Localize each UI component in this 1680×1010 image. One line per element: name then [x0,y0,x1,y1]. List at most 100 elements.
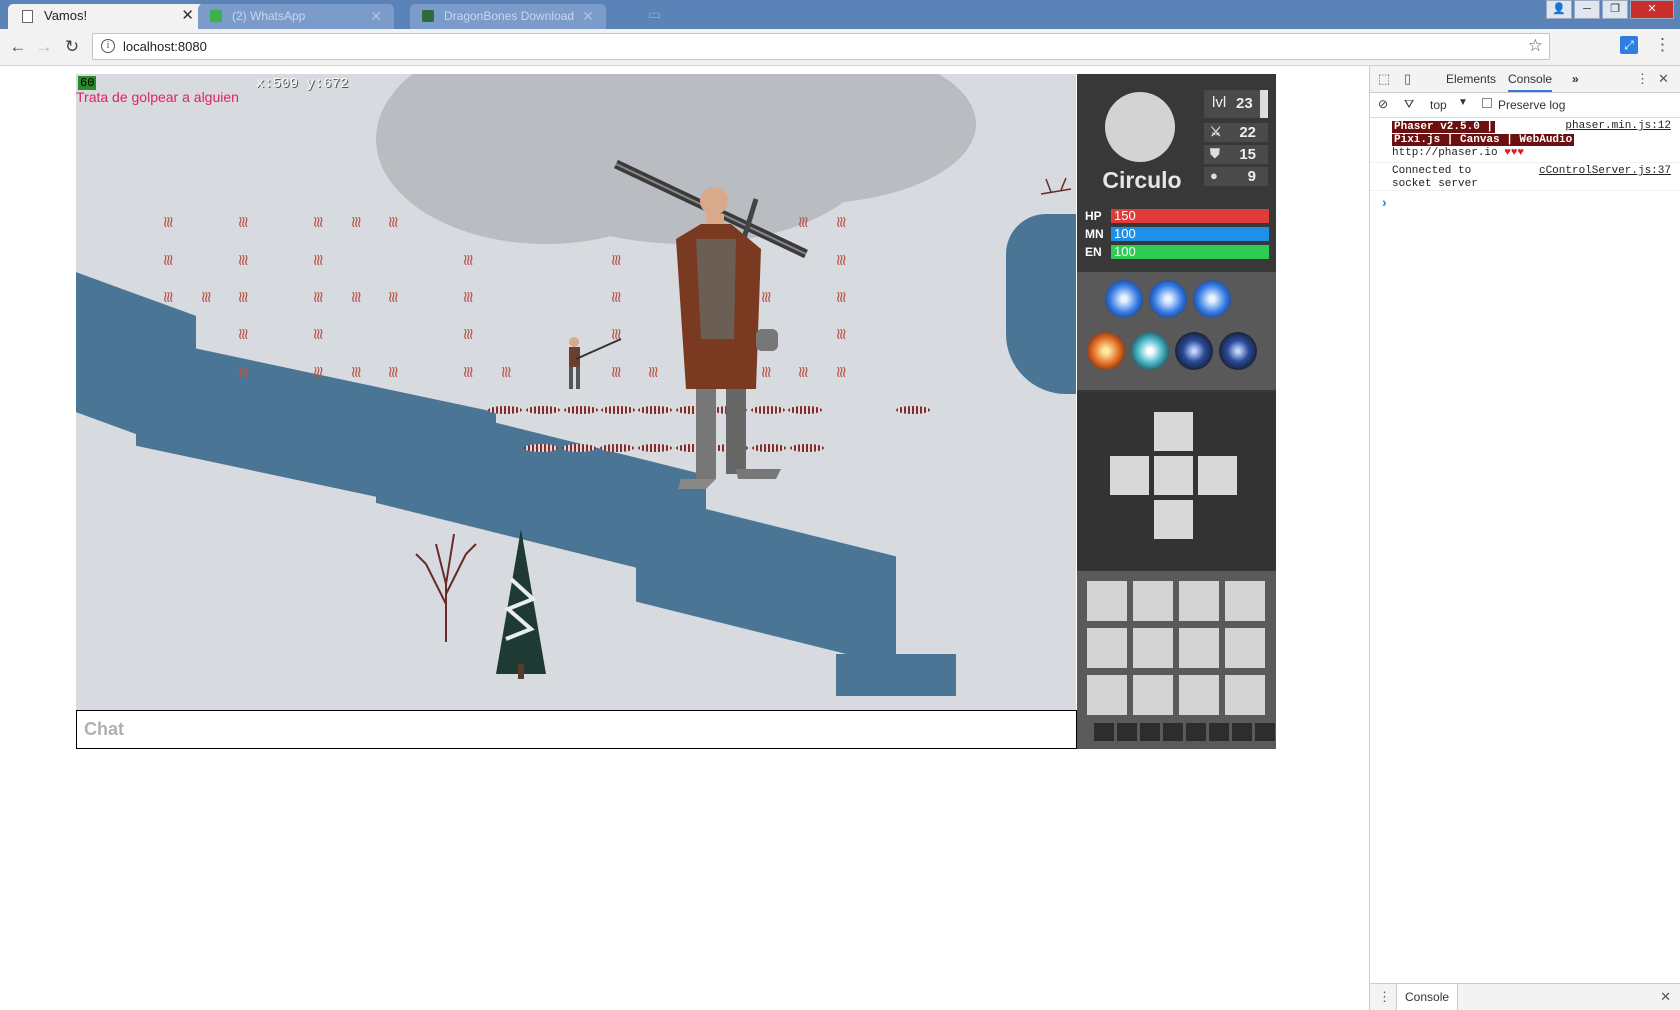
game-canvas[interactable]: ≋≋≋≋≋≋≋≋≋≋≋≋≋≋≋≋≋≋≋≋≋≋≋≋≋≋≋≋≋≋≋≋≋≋≋≋≋≋≋≋… [76,74,1076,710]
inventory-slot[interactable] [1133,675,1173,715]
context-select[interactable]: top [1430,98,1447,112]
dpad-center-button[interactable] [1154,456,1193,495]
inventory-slot[interactable] [1179,581,1219,621]
address-bar[interactable]: i localhost:8080 ☆ [92,33,1550,60]
skill-dark-strike-icon[interactable] [1175,332,1213,370]
preserve-log-checkbox[interactable] [1482,98,1492,108]
devtools-toolbar: ⬚ ▯ Elements Console » ⋮ ✕ [1370,66,1680,93]
log-source-link[interactable]: cControlServer.js:37 [1539,165,1671,177]
close-drawer-icon[interactable]: ✕ [1660,989,1671,1005]
drawer-menu-icon[interactable]: ⋮ [1378,989,1391,1005]
hotbar-slot[interactable] [1094,723,1114,741]
chevron-down-icon[interactable]: ▼ [1458,97,1468,108]
tab-elements[interactable]: Elements [1446,72,1496,86]
tab-vamos[interactable]: Vamos! ✕ [8,4,204,29]
inventory-slot[interactable] [1225,675,1265,715]
xp-bar [1260,90,1268,118]
inventory-slot[interactable] [1225,581,1265,621]
tab-whatsapp[interactable]: (2) WhatsApp ✕ [198,4,394,29]
river [636,491,896,667]
dragonbones-icon [422,10,434,22]
bush: ≋ [159,290,176,304]
skill-blue-flame-icon[interactable] [1105,280,1143,318]
close-tab-icon[interactable]: ✕ [370,4,382,28]
back-button[interactable]: ← [8,37,28,57]
dpad-right-button[interactable] [1198,456,1237,495]
dpad-left-button[interactable] [1110,456,1149,495]
inventory-slot[interactable] [1179,675,1219,715]
browser-menu-icon[interactable]: ⋮ [1654,35,1671,55]
tab-dragonbones[interactable]: DragonBones Download ✕ [410,4,606,29]
dpad [1077,392,1276,570]
hotbar-slot[interactable] [1140,723,1160,741]
inventory-slot[interactable] [1087,581,1127,621]
hotbar-slot[interactable] [1117,723,1137,741]
tab-console[interactable]: Console [1508,72,1553,92]
hotbar-slot[interactable] [1186,723,1206,741]
filter-icon[interactable]: ⛛ [1404,97,1414,112]
device-toggle-icon[interactable]: ▯ [1404,71,1411,87]
preserve-log-label: Preserve log [1498,98,1566,112]
skill-ice-burst-icon[interactable] [1131,332,1169,370]
info-icon[interactable]: i [101,39,115,53]
chat-input[interactable] [77,711,1076,748]
dpad-up-button[interactable] [1154,412,1193,451]
coordinates-readout: x:509 y:672 [256,76,349,92]
profile-button[interactable]: 👤 [1546,0,1572,19]
close-tab-icon[interactable]: ✕ [181,6,194,24]
inventory-grid [1077,571,1276,749]
attack-stat: ⚔ 22 [1204,123,1268,142]
bush: ≋ [459,327,476,341]
inventory-slot[interactable] [1087,628,1127,668]
dpad-down-button[interactable] [1154,500,1193,539]
skill-blue-flame-icon[interactable] [1149,280,1187,318]
phaser-banner: Phaser v2.5.0 | [1392,121,1496,133]
inspect-icon[interactable]: ⬚ [1378,71,1390,87]
forward-button[interactable]: → [34,37,54,57]
url-text[interactable]: localhost:8080 [123,39,207,54]
minimize-button[interactable]: ─ [1574,0,1600,19]
chat-box [76,710,1077,749]
console-prompt[interactable]: › [1382,194,1387,210]
phaser-url[interactable]: http://phaser.io [1392,147,1498,159]
hotbar-slot[interactable] [1209,723,1229,741]
spike-trap [526,406,560,414]
close-window-button[interactable]: ✕ [1630,0,1674,19]
skill-fire-icon[interactable] [1087,332,1125,370]
bush: ≋ [384,290,401,304]
clear-console-icon[interactable]: ⊘ [1378,97,1388,111]
reload-button[interactable]: ↻ [62,37,82,57]
bookmark-star-icon[interactable]: ☆ [1528,36,1543,56]
inventory-slot[interactable] [1225,628,1265,668]
close-devtools-icon[interactable]: ✕ [1658,71,1669,87]
console-message: Connected to socket server cControlServe… [1370,163,1680,191]
inventory-slot[interactable] [1133,628,1173,668]
close-tab-icon[interactable]: ✕ [582,4,594,28]
devtools-menu-icon[interactable]: ⋮ [1636,71,1649,87]
hint-text: Trata de golpear a alguien [76,89,239,105]
sword-icon: ⚔ [1210,124,1222,139]
bush: ≋ [309,290,326,304]
skill-blue-flame-icon[interactable] [1193,280,1231,318]
hotbar-slot[interactable] [1255,723,1275,741]
more-tabs-icon[interactable]: » [1572,72,1579,86]
drawer-tab-console[interactable]: Console [1396,984,1459,1010]
enemy-character[interactable] [606,159,836,504]
restore-button[interactable]: ❐ [1602,0,1628,19]
river [836,654,956,696]
new-tab-button[interactable]: ▭ [648,6,661,23]
bush: ≋ [384,215,401,229]
bush: ≋ [309,327,326,341]
bush: ≋ [309,365,326,379]
inventory-slot[interactable] [1133,581,1173,621]
bush: ≋ [347,365,364,379]
inventory-slot[interactable] [1179,628,1219,668]
hotbar-slot[interactable] [1232,723,1252,741]
log-text: Connected to socket server [1392,165,1478,190]
bush: ≋ [309,253,326,267]
skill-dark-strike-icon[interactable] [1219,332,1257,370]
inventory-slot[interactable] [1087,675,1127,715]
extension-icon[interactable]: ⤢ [1620,36,1638,54]
hotbar-slot[interactable] [1163,723,1183,741]
log-source-link[interactable]: phaser.min.js:12 [1565,120,1671,132]
